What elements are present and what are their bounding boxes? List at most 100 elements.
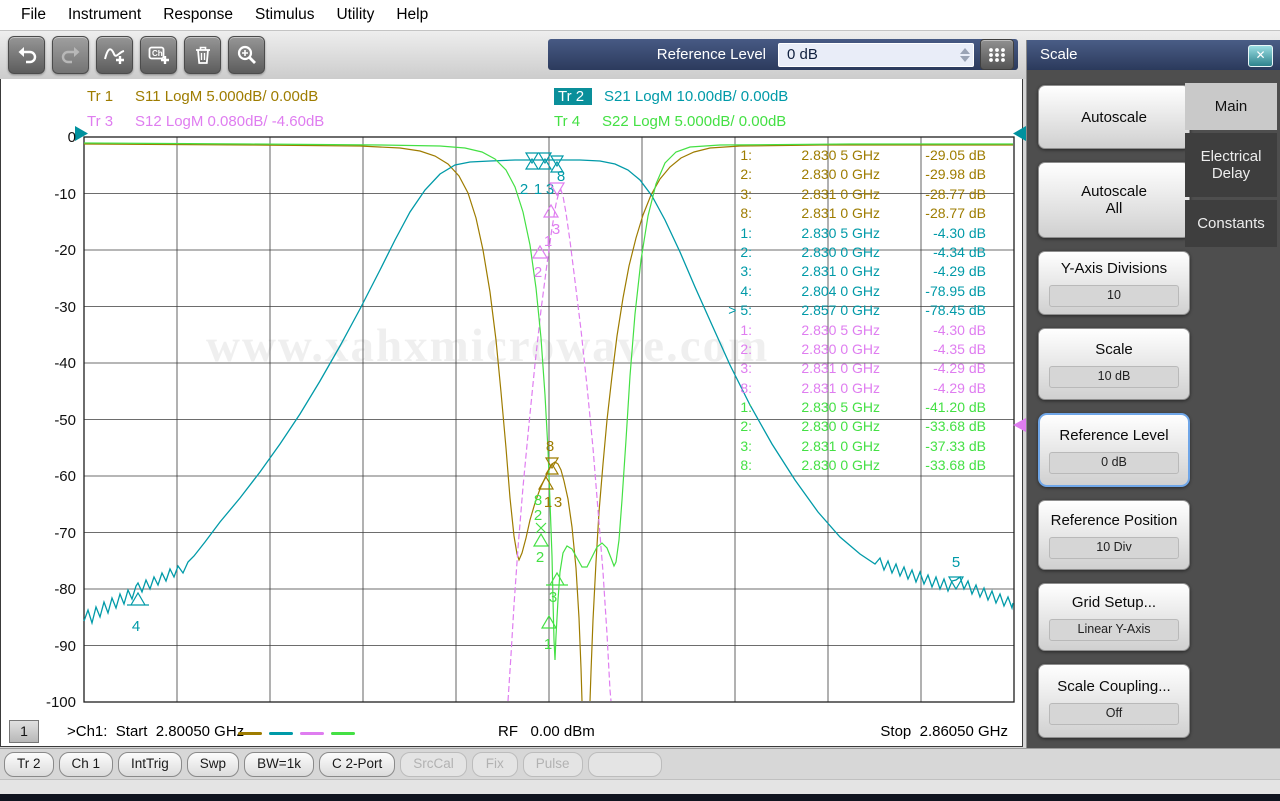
- scale-coupling-button[interactable]: Scale Coupling...Off: [1038, 664, 1190, 738]
- trace-id-tr4[interactable]: Tr 4: [554, 113, 590, 130]
- menu-item-utility[interactable]: Utility: [325, 6, 385, 24]
- marker-readout-table: 1:2.830 5 GHz-29.05 dB2:2.830 0 GHz-29.9…: [726, 146, 986, 476]
- status-swp-button[interactable]: Swp: [187, 752, 239, 777]
- reference-position-button[interactable]: Reference Position10 Div: [1038, 500, 1190, 570]
- menu-item-instrument[interactable]: Instrument: [57, 6, 152, 24]
- marker-value: -37.33 dB: [880, 437, 986, 456]
- marker-value: -33.68 dB: [880, 456, 986, 475]
- menu-item-response[interactable]: Response: [152, 6, 244, 24]
- scale-tabs: MainElectrical DelayConstants: [1185, 83, 1277, 247]
- scale-panel: Scale ✕ Autoscale Autoscale All Y-Axis Div…: [1026, 40, 1280, 748]
- status-pulse-button[interactable]: Pulse: [523, 752, 583, 777]
- tab-constants[interactable]: Constants: [1185, 200, 1277, 247]
- y-axis-label: -100: [26, 694, 76, 712]
- trace-id-tr3[interactable]: Tr 3: [87, 113, 123, 130]
- spinner-control[interactable]: [957, 44, 973, 66]
- spinner-down-icon: [960, 56, 970, 62]
- marker-row: 8:2.831 0 GHz-28.77 dB: [726, 204, 986, 223]
- marker-number: 4:: [726, 282, 752, 301]
- button-value: 10: [1049, 285, 1179, 307]
- reference-level-input[interactable]: 0 dB: [778, 43, 974, 67]
- menu-item-help[interactable]: Help: [385, 6, 439, 24]
- button-label: Scale: [1095, 341, 1133, 358]
- add-trace-icon: [103, 43, 127, 67]
- reference-level-button[interactable]: Reference Level0 dB: [1038, 413, 1190, 487]
- channel-start-label: >Ch1: Start 2.80050 GHz: [67, 723, 244, 740]
- close-button[interactable]: ✕: [1248, 45, 1273, 67]
- status-bw-1k-button[interactable]: BW=1k: [244, 752, 314, 777]
- menu-item-stimulus[interactable]: Stimulus: [244, 6, 325, 24]
- trace-label-tr1[interactable]: Tr 1 S11 LogM 5.000dB/ 0.00dB: [87, 88, 318, 105]
- marker-value: -4.30 dB: [880, 224, 986, 243]
- autoscale-all-button[interactable]: Autoscale All: [1038, 162, 1190, 238]
- marker-number: 3:: [726, 185, 752, 204]
- button-value: Linear Y-Axis: [1049, 619, 1179, 641]
- channel-stop-label: Stop 2.86050 GHz: [880, 723, 1008, 740]
- status-srccal-button[interactable]: SrcCal: [400, 752, 467, 777]
- marker-row: 3:2.831 0 GHz-4.29 dB: [726, 359, 986, 378]
- add-channel-icon: Ch: [147, 43, 171, 67]
- marker-frequency: 2.830 0 GHz: [752, 417, 880, 436]
- y-axis-label: -10: [26, 186, 76, 204]
- status-blank-button[interactable]: [588, 752, 662, 777]
- marker-row: 2:2.830 0 GHz-4.34 dB: [726, 243, 986, 262]
- y-axis-label: -90: [26, 638, 76, 656]
- trace-color-legend: [238, 732, 355, 735]
- delete-button[interactable]: [184, 36, 221, 74]
- add-channel-button[interactable]: Ch: [140, 36, 177, 74]
- status-c-2-port-button[interactable]: C 2-Port: [319, 752, 395, 777]
- legend-dash-tr1: [238, 732, 262, 735]
- keypad-button[interactable]: [980, 39, 1014, 70]
- zoom-button[interactable]: [228, 36, 265, 74]
- marker-frequency: 2.830 0 GHz: [752, 165, 880, 184]
- redo-button[interactable]: [52, 36, 89, 74]
- trace-label-tr3[interactable]: Tr 3S12 LogM 0.080dB/ -4.60dB: [87, 113, 324, 130]
- marker-number: 2:: [726, 165, 752, 184]
- scale-panel-title-text: Scale: [1040, 46, 1078, 63]
- trace-label-tr2[interactable]: Tr 2S21 LogM 10.00dB/ 0.00dB: [554, 88, 788, 105]
- marker-row: 1:2.830 5 GHz-41.20 dB: [726, 398, 986, 417]
- y-axis-divisions-button[interactable]: Y-Axis Divisions10: [1038, 251, 1190, 315]
- marker-frequency: 2.830 0 GHz: [752, 456, 880, 475]
- marker-row: 8:2.831 0 GHz-4.29 dB: [726, 379, 986, 398]
- marker-value: -78.45 dB: [880, 301, 986, 320]
- trace-label-tr4[interactable]: Tr 4S22 LogM 5.000dB/ 0.00dB: [554, 113, 786, 130]
- reference-level-label: Reference Level: [552, 46, 778, 63]
- tab-electrical-delay[interactable]: Electrical Delay: [1185, 133, 1277, 197]
- undo-button[interactable]: [8, 36, 45, 74]
- button-value: 10 Div: [1049, 537, 1179, 559]
- marker-number: 2:: [726, 340, 752, 359]
- marker-frequency: 2.830 5 GHz: [752, 398, 880, 417]
- marker-value: -78.95 dB: [880, 282, 986, 301]
- grid-setup-button[interactable]: Grid Setup...Linear Y-Axis: [1038, 583, 1190, 651]
- marker-frequency: 2.831 0 GHz: [752, 359, 880, 378]
- status-fix-button[interactable]: Fix: [472, 752, 518, 777]
- marker-value: -28.77 dB: [880, 185, 986, 204]
- add-trace-button[interactable]: [96, 36, 133, 74]
- legend-dash-tr2: [269, 732, 293, 735]
- marker-number: > 5:: [726, 301, 752, 320]
- trace-id-tr1[interactable]: Tr 1: [87, 88, 123, 105]
- marker-frequency: 2.831 0 GHz: [752, 262, 880, 281]
- marker-frequency: 2.830 0 GHz: [752, 340, 880, 359]
- y-axis-label: 0: [26, 129, 76, 147]
- marker-value: -29.05 dB: [880, 146, 986, 165]
- marker-value: -4.35 dB: [880, 340, 986, 359]
- status-bar-secondary: [0, 779, 1280, 795]
- scale-button[interactable]: Scale 10 dB: [1038, 328, 1190, 400]
- marker-row: 2:2.830 0 GHz-33.68 dB: [726, 417, 986, 436]
- button-value: 10 dB: [1049, 366, 1179, 388]
- channel-tab-1[interactable]: 1: [9, 720, 39, 743]
- menu-item-file[interactable]: File: [10, 6, 57, 24]
- marker-value: -41.20 dB: [880, 398, 986, 417]
- status-tr-2-button[interactable]: Tr 2: [4, 752, 54, 777]
- trace-desc-tr1: S11 LogM 5.000dB/ 0.00dB: [135, 88, 318, 105]
- tab-main[interactable]: Main: [1185, 83, 1277, 130]
- autoscale-button[interactable]: Autoscale: [1038, 85, 1190, 149]
- status-ch-1-button[interactable]: Ch 1: [59, 752, 114, 777]
- marker-number: 1:: [726, 224, 752, 243]
- trace-id-tr2[interactable]: Tr 2: [554, 88, 592, 105]
- y-axis-label: -20: [26, 242, 76, 260]
- y-axis-label: -60: [26, 468, 76, 486]
- status-inttrig-button[interactable]: IntTrig: [118, 752, 182, 777]
